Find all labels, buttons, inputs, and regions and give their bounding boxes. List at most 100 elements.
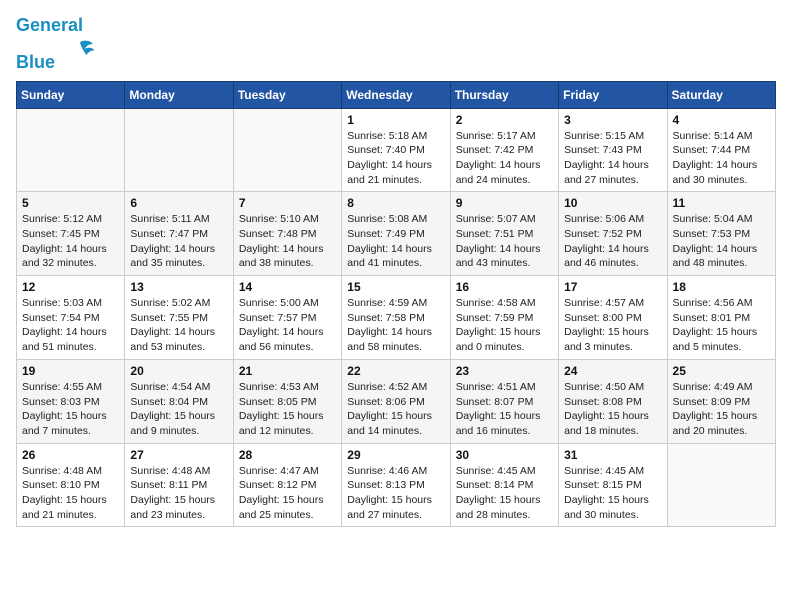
calendar-cell: 19 Sunrise: 4:55 AM Sunset: 8:03 PM Dayli… (17, 359, 125, 443)
calendar-cell: 13 Sunrise: 5:02 AM Sunset: 7:55 PM Dayli… (125, 276, 233, 360)
logo: General Blue (16, 16, 96, 73)
weekday-header-saturday: Saturday (667, 81, 775, 108)
day-info: Sunrise: 5:10 AM Sunset: 7:48 PM Dayligh… (239, 212, 336, 271)
day-number: 11 (673, 196, 770, 210)
day-number: 17 (564, 280, 661, 294)
day-number: 4 (673, 113, 770, 127)
day-number: 21 (239, 364, 336, 378)
calendar-cell: 2Sunrise: 5:17 AM Sunset: 7:42 PM Daylig… (450, 108, 558, 192)
day-number: 9 (456, 196, 553, 210)
calendar-cell (233, 108, 341, 192)
day-info: Sunrise: 5:07 AM Sunset: 7:51 PM Dayligh… (456, 212, 553, 271)
day-info: Sunrise: 5:18 AM Sunset: 7:40 PM Dayligh… (347, 129, 444, 188)
day-number: 16 (456, 280, 553, 294)
calendar-body: 1Sunrise: 5:18 AM Sunset: 7:40 PM Daylig… (17, 108, 776, 527)
day-info: Sunrise: 4:52 AM Sunset: 8:06 PM Dayligh… (347, 380, 444, 439)
logo-bird-icon (64, 36, 96, 68)
calendar-cell: 3Sunrise: 5:15 AM Sunset: 7:43 PM Daylig… (559, 108, 667, 192)
calendar-cell: 9 Sunrise: 5:07 AM Sunset: 7:51 PM Daylig… (450, 192, 558, 276)
calendar-cell: 6 Sunrise: 5:11 AM Sunset: 7:47 PM Daylig… (125, 192, 233, 276)
day-info: Sunrise: 5:15 AM Sunset: 7:43 PM Dayligh… (564, 129, 661, 188)
calendar-cell: 14 Sunrise: 5:00 AM Sunset: 7:57 PM Dayli… (233, 276, 341, 360)
weekday-header-monday: Monday (125, 81, 233, 108)
calendar-cell: 31Sunrise: 4:45 AM Sunset: 8:15 PM Dayli… (559, 443, 667, 527)
day-info: Sunrise: 4:46 AM Sunset: 8:13 PM Dayligh… (347, 464, 444, 523)
calendar-cell: 12Sunrise: 5:03 AM Sunset: 7:54 PM Dayli… (17, 276, 125, 360)
day-info: Sunrise: 4:50 AM Sunset: 8:08 PM Dayligh… (564, 380, 661, 439)
weekday-header-friday: Friday (559, 81, 667, 108)
day-number: 15 (347, 280, 444, 294)
calendar-cell: 11 Sunrise: 5:04 AM Sunset: 7:53 PM Dayli… (667, 192, 775, 276)
day-info: Sunrise: 4:59 AM Sunset: 7:58 PM Dayligh… (347, 296, 444, 355)
day-number: 7 (239, 196, 336, 210)
day-number: 24 (564, 364, 661, 378)
calendar-cell: 7 Sunrise: 5:10 AM Sunset: 7:48 PM Daylig… (233, 192, 341, 276)
calendar-cell: 26Sunrise: 4:48 AM Sunset: 8:10 PM Dayli… (17, 443, 125, 527)
day-number: 5 (22, 196, 119, 210)
day-number: 31 (564, 448, 661, 462)
day-number: 28 (239, 448, 336, 462)
day-number: 8 (347, 196, 444, 210)
logo-blue: Blue (16, 52, 55, 72)
day-info: Sunrise: 5:11 AM Sunset: 7:47 PM Dayligh… (130, 212, 227, 271)
day-number: 20 (130, 364, 227, 378)
day-info: Sunrise: 4:58 AM Sunset: 7:59 PM Dayligh… (456, 296, 553, 355)
day-info: Sunrise: 5:00 AM Sunset: 7:57 PM Dayligh… (239, 296, 336, 355)
calendar-cell: 5 Sunrise: 5:12 AM Sunset: 7:45 PM Daylig… (17, 192, 125, 276)
calendar-cell: 22 Sunrise: 4:52 AM Sunset: 8:06 PM Dayli… (342, 359, 450, 443)
calendar-cell: 25 Sunrise: 4:49 AM Sunset: 8:09 PM Dayli… (667, 359, 775, 443)
calendar-cell: 21 Sunrise: 4:53 AM Sunset: 8:05 PM Dayli… (233, 359, 341, 443)
calendar-week-row: 19 Sunrise: 4:55 AM Sunset: 8:03 PM Dayli… (17, 359, 776, 443)
day-info: Sunrise: 4:45 AM Sunset: 8:14 PM Dayligh… (456, 464, 553, 523)
calendar-week-row: 26Sunrise: 4:48 AM Sunset: 8:10 PM Dayli… (17, 443, 776, 527)
calendar-cell (17, 108, 125, 192)
calendar-cell: 1Sunrise: 5:18 AM Sunset: 7:40 PM Daylig… (342, 108, 450, 192)
day-number: 6 (130, 196, 227, 210)
day-number: 25 (673, 364, 770, 378)
day-info: Sunrise: 4:57 AM Sunset: 8:00 PM Dayligh… (564, 296, 661, 355)
weekday-header-tuesday: Tuesday (233, 81, 341, 108)
calendar-cell: 24 Sunrise: 4:50 AM Sunset: 8:08 PM Dayli… (559, 359, 667, 443)
day-info: Sunrise: 4:53 AM Sunset: 8:05 PM Dayligh… (239, 380, 336, 439)
day-number: 18 (673, 280, 770, 294)
day-info: Sunrise: 4:56 AM Sunset: 8:01 PM Dayligh… (673, 296, 770, 355)
calendar-cell: 18 Sunrise: 4:56 AM Sunset: 8:01 PM Dayli… (667, 276, 775, 360)
day-info: Sunrise: 5:06 AM Sunset: 7:52 PM Dayligh… (564, 212, 661, 271)
day-number: 27 (130, 448, 227, 462)
calendar-cell (667, 443, 775, 527)
day-number: 12 (22, 280, 119, 294)
day-info: Sunrise: 4:55 AM Sunset: 8:03 PM Dayligh… (22, 380, 119, 439)
calendar-cell: 23Sunrise: 4:51 AM Sunset: 8:07 PM Dayli… (450, 359, 558, 443)
calendar-cell: 15 Sunrise: 4:59 AM Sunset: 7:58 PM Dayli… (342, 276, 450, 360)
day-info: Sunrise: 5:04 AM Sunset: 7:53 PM Dayligh… (673, 212, 770, 271)
day-info: Sunrise: 4:51 AM Sunset: 8:07 PM Dayligh… (456, 380, 553, 439)
day-number: 22 (347, 364, 444, 378)
calendar-cell: 10 Sunrise: 5:06 AM Sunset: 7:52 PM Dayli… (559, 192, 667, 276)
day-number: 13 (130, 280, 227, 294)
page-header: General Blue (16, 16, 776, 73)
day-number: 29 (347, 448, 444, 462)
calendar-header: SundayMondayTuesdayWednesdayThursdayFrid… (17, 81, 776, 108)
calendar-cell: 16 Sunrise: 4:58 AM Sunset: 7:59 PM Dayli… (450, 276, 558, 360)
day-info: Sunrise: 5:14 AM Sunset: 7:44 PM Dayligh… (673, 129, 770, 188)
day-number: 19 (22, 364, 119, 378)
day-number: 2 (456, 113, 553, 127)
weekday-header-row: SundayMondayTuesdayWednesdayThursdayFrid… (17, 81, 776, 108)
calendar-cell: 17 Sunrise: 4:57 AM Sunset: 8:00 PM Dayli… (559, 276, 667, 360)
weekday-header-sunday: Sunday (17, 81, 125, 108)
day-info: Sunrise: 5:12 AM Sunset: 7:45 PM Dayligh… (22, 212, 119, 271)
calendar-table: SundayMondayTuesdayWednesdayThursdayFrid… (16, 81, 776, 528)
day-number: 30 (456, 448, 553, 462)
day-info: Sunrise: 4:47 AM Sunset: 8:12 PM Dayligh… (239, 464, 336, 523)
calendar-week-row: 1Sunrise: 5:18 AM Sunset: 7:40 PM Daylig… (17, 108, 776, 192)
day-info: Sunrise: 4:49 AM Sunset: 8:09 PM Dayligh… (673, 380, 770, 439)
calendar-cell: 28 Sunrise: 4:47 AM Sunset: 8:12 PM Dayli… (233, 443, 341, 527)
day-info: Sunrise: 5:02 AM Sunset: 7:55 PM Dayligh… (130, 296, 227, 355)
day-info: Sunrise: 4:54 AM Sunset: 8:04 PM Dayligh… (130, 380, 227, 439)
calendar-cell: 20 Sunrise: 4:54 AM Sunset: 8:04 PM Dayli… (125, 359, 233, 443)
calendar-week-row: 12Sunrise: 5:03 AM Sunset: 7:54 PM Dayli… (17, 276, 776, 360)
day-number: 10 (564, 196, 661, 210)
calendar-cell: 8Sunrise: 5:08 AM Sunset: 7:49 PM Daylig… (342, 192, 450, 276)
day-number: 14 (239, 280, 336, 294)
logo-general: General (16, 15, 83, 35)
